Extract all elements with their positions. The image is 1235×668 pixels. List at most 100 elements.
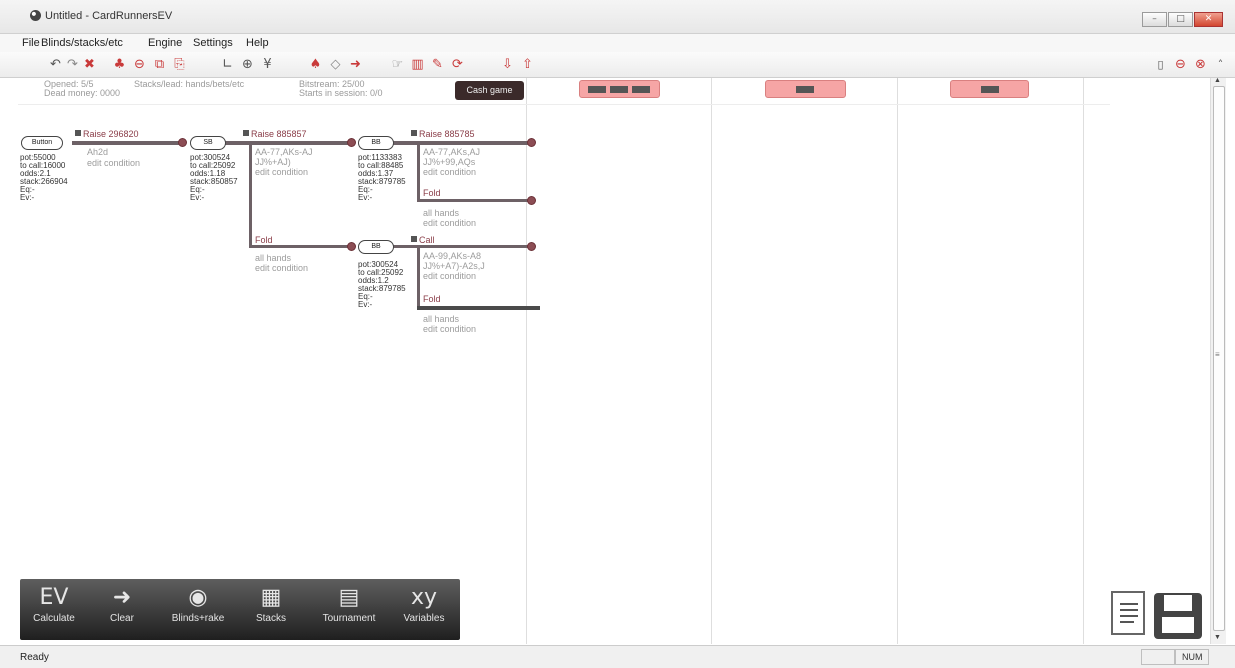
- bb-call-condition[interactable]: edit condition: [423, 272, 476, 281]
- menu-settings[interactable]: Settings: [193, 37, 233, 49]
- button-condition[interactable]: edit condition: [87, 159, 140, 168]
- header-separator: [18, 104, 1110, 105]
- stacks-button[interactable]: ▦ Stacks: [246, 583, 296, 637]
- add-player-icon[interactable]: ♣: [111, 56, 128, 73]
- bb-node[interactable]: BB: [358, 136, 394, 150]
- sb-range[interactable]: AA-77,AKs-AJ: [255, 148, 313, 157]
- clear-button[interactable]: ➜ Clear: [94, 583, 150, 637]
- column-header-pill[interactable]: [765, 80, 846, 98]
- stop-icon[interactable]: ⊗: [1192, 56, 1209, 73]
- tournament-button[interactable]: ▤ Tournament: [314, 583, 384, 637]
- refresh-icon[interactable]: ⟳: [449, 56, 466, 73]
- bb-range-secondary[interactable]: JJ%+99,AQs: [423, 158, 475, 167]
- tree-canvas[interactable]: Opened: 5/5 Dead money: 0000 Stacks/lead…: [18, 78, 1210, 644]
- bb-call-stats: pot:300524 to call:25092 odds:1.2 stack:87…: [358, 260, 406, 309]
- bet-icon[interactable]: ♠: [307, 56, 324, 73]
- tools-icon[interactable]: ✎: [429, 56, 446, 73]
- calculate-button[interactable]: EV Calculate: [24, 583, 84, 637]
- arrow-right-icon: ➜: [112, 585, 132, 610]
- num-lock-indicator: NUM: [1175, 649, 1209, 665]
- bottom-action-bar: EV Calculate ➜ Clear ◉ Blinds+rake ▦ Sta…: [20, 579, 460, 640]
- redo-icon[interactable]: ↷: [64, 56, 81, 73]
- undo-icon[interactable]: ↶: [47, 56, 64, 73]
- export-icon[interactable]: ⇧: [519, 56, 536, 73]
- bb-fold-range[interactable]: all hands: [423, 209, 459, 218]
- paste-node-icon[interactable]: ⎘: [171, 56, 188, 73]
- chip-icon: ◉: [188, 585, 208, 610]
- raise-icon[interactable]: ➜: [347, 56, 364, 73]
- calculate-icon: EV: [39, 585, 69, 610]
- bb-fold-action[interactable]: Fold: [423, 294, 441, 304]
- new-document-icon[interactable]: ▯: [1152, 56, 1169, 73]
- sb-condition[interactable]: edit condition: [255, 168, 308, 177]
- branch-line: [225, 141, 349, 145]
- sb-stats: pot:300524 to call:25092 odds:1.18 stack:8…: [190, 153, 238, 202]
- bb-fold-condition[interactable]: edit condition: [423, 325, 476, 334]
- graph-icon[interactable]: ∟: [219, 56, 236, 73]
- window-title: Untitled - CardRunnersEV: [45, 10, 173, 22]
- header-info: Dead money: 0000: [44, 88, 121, 98]
- vertical-scrollbar[interactable]: ▲ ≡ ▼: [1210, 77, 1226, 644]
- button-node[interactable]: Button: [21, 136, 63, 150]
- hand-icon[interactable]: ☞: [389, 56, 406, 73]
- pill-block: [981, 86, 999, 93]
- sb-fold-condition[interactable]: edit condition: [255, 264, 308, 273]
- variables-button[interactable]: xy Variables: [394, 583, 454, 637]
- sb-node[interactable]: SB: [190, 136, 226, 150]
- column-divider: [1083, 78, 1084, 644]
- bb-fold-action[interactable]: Fold: [423, 188, 441, 198]
- menu-help[interactable]: Help: [246, 37, 269, 49]
- remove-icon[interactable]: ⊖: [1172, 56, 1189, 73]
- bb-call-action[interactable]: Call: [411, 235, 435, 245]
- blinds-rake-button[interactable]: ◉ Blinds+rake: [164, 583, 232, 637]
- check-icon[interactable]: ◇: [327, 56, 344, 73]
- branch-line: [417, 141, 420, 202]
- save-icon[interactable]: [1154, 593, 1202, 639]
- import-icon[interactable]: ⇩: [499, 56, 516, 73]
- range-icon[interactable]: ¥: [259, 56, 276, 73]
- bb-condition[interactable]: edit condition: [423, 168, 476, 177]
- scroll-grip-icon: ≡: [1215, 350, 1220, 359]
- menu-blinds-stacks[interactable]: Blinds/stacks/etc: [41, 37, 123, 49]
- remove-player-icon[interactable]: ⊖: [131, 56, 148, 73]
- scroll-up-icon[interactable]: ▲: [1214, 77, 1221, 84]
- column-divider: [897, 78, 898, 644]
- add-circle-icon[interactable]: ⊕: [239, 56, 256, 73]
- branch-arrow: [527, 242, 536, 251]
- branch-line: [393, 245, 529, 248]
- toolbar-overflow-icon[interactable]: ˄: [1212, 56, 1229, 73]
- bb-action[interactable]: Raise 885785: [411, 129, 475, 139]
- delete-icon[interactable]: ✖: [81, 56, 98, 73]
- bb-range[interactable]: AA-77,AKs,AJ: [423, 148, 480, 157]
- bb-node[interactable]: BB: [358, 240, 394, 254]
- column-divider: [526, 78, 527, 644]
- menu-file[interactable]: File: [22, 37, 40, 49]
- tournament-icon: ▤: [338, 585, 360, 610]
- maximize-button[interactable]: □: [1168, 12, 1193, 27]
- header-info: Starts in session: 0/0: [299, 88, 383, 98]
- column-header-pill[interactable]: [579, 80, 660, 98]
- minimize-button[interactable]: –: [1142, 12, 1167, 27]
- sb-action[interactable]: Raise 885857: [243, 129, 307, 139]
- book-icon[interactable]: ▥: [409, 56, 426, 73]
- button-range[interactable]: Ah2d: [87, 148, 108, 157]
- column-divider: [711, 78, 712, 644]
- report-icon[interactable]: [1111, 591, 1145, 635]
- button-stats: pot:55000 to call:16000 odds:2.1 stack:266…: [20, 153, 68, 202]
- bb-call-range-secondary[interactable]: JJ%+A7)-A2s,J: [423, 262, 485, 271]
- bb-fold-condition[interactable]: edit condition: [423, 219, 476, 228]
- stacks-icon: ▦: [260, 585, 282, 610]
- bb-call-range[interactable]: AA-99,AKs-A8: [423, 252, 481, 261]
- bb-fold-range[interactable]: all hands: [423, 315, 459, 324]
- copy-node-icon[interactable]: ⧉: [151, 56, 168, 73]
- scroll-down-icon[interactable]: ▼: [1214, 634, 1221, 641]
- sb-range-secondary[interactable]: JJ%+AJ): [255, 158, 291, 167]
- button-action[interactable]: Raise 296820: [75, 129, 139, 139]
- column-header-pill[interactable]: [950, 80, 1029, 98]
- pill-block: [796, 86, 814, 93]
- app-icon: [30, 10, 41, 21]
- close-button[interactable]: ✕: [1194, 12, 1223, 27]
- sb-fold-range[interactable]: all hands: [255, 254, 291, 263]
- sb-fold-action[interactable]: Fold: [255, 235, 273, 245]
- menu-engine[interactable]: Engine: [148, 37, 182, 49]
